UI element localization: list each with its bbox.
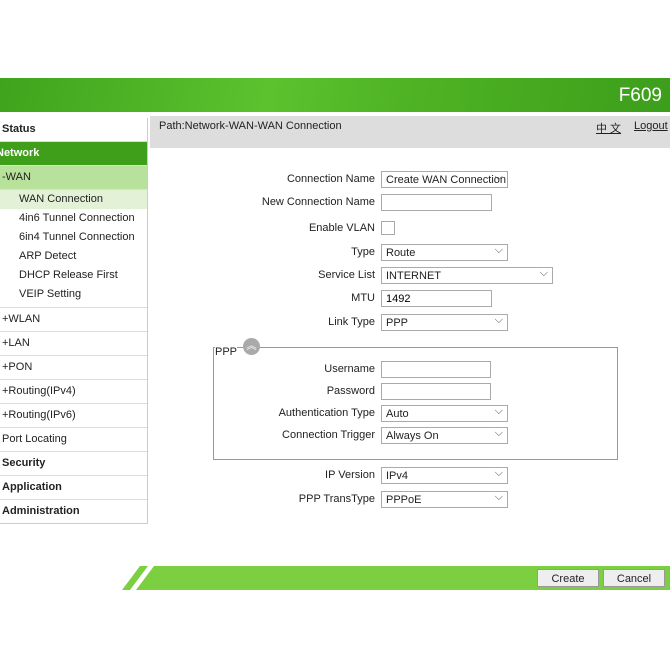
password-input[interactable] — [381, 383, 491, 400]
ip-version-select[interactable]: IPv4 — [381, 467, 508, 484]
auth-type-select[interactable]: Auto — [381, 405, 508, 422]
enable-vlan-label: Enable VLAN — [308, 222, 375, 234]
sidebar-item-4in6[interactable]: 4in6 Tunnel Connection — [0, 209, 147, 228]
sidebar-item-routing-ipv6[interactable]: +Routing(IPv6) — [0, 404, 147, 428]
sidebar-item-dhcp-release[interactable]: DHCP Release First — [0, 266, 147, 285]
password-label: Password — [326, 385, 375, 397]
sidebar-item-pon[interactable]: +PON — [0, 356, 147, 380]
new-connection-name-label: New Connection Name — [261, 196, 375, 208]
ppp-title: PPP — [215, 346, 238, 358]
connection-trigger-label: Connection Trigger — [282, 429, 375, 441]
sidebar: Status Network -WAN WAN Connection 4in6 … — [0, 118, 148, 524]
sidebar-item-6in4[interactable]: 6in4 Tunnel Connection — [0, 228, 147, 247]
create-button[interactable]: Create — [537, 569, 599, 587]
ip-version-label: IP Version — [325, 469, 375, 481]
username-label: Username — [324, 363, 375, 375]
sidebar-item-status[interactable]: Status — [0, 118, 147, 142]
cancel-button[interactable]: Cancel — [603, 569, 665, 587]
ppp-transtype-label: PPP TransType — [298, 493, 375, 505]
path-bar: Path:Network-WAN-WAN Connection 中 文 Logo… — [150, 116, 670, 148]
link-type-label: Link Type — [328, 316, 375, 328]
sidebar-item-lan[interactable]: +LAN — [0, 332, 147, 356]
sidebar-item-network[interactable]: Network — [0, 142, 147, 166]
auth-type-label: Authentication Type — [278, 407, 375, 419]
connection-trigger-select[interactable]: Always On — [381, 427, 508, 444]
sidebar-item-application[interactable]: Application — [0, 476, 147, 500]
username-input[interactable] — [381, 361, 491, 378]
logout-link[interactable]: Logout — [634, 120, 668, 132]
sidebar-item-arp-detect[interactable]: ARP Detect — [0, 247, 147, 266]
model-name: F609 — [618, 85, 662, 106]
sidebar-item-routing-ipv4[interactable]: +Routing(IPv4) — [0, 380, 147, 404]
sidebar-item-wan[interactable]: -WAN — [0, 166, 147, 190]
header-banner: F609 — [0, 78, 670, 112]
type-select[interactable]: Route — [381, 244, 508, 261]
service-list-select[interactable]: INTERNET — [381, 267, 553, 284]
type-label: Type — [351, 246, 375, 258]
enable-vlan-checkbox[interactable] — [381, 221, 395, 235]
new-connection-name-input[interactable] — [381, 194, 492, 211]
sidebar-item-veip[interactable]: VEIP Setting — [0, 285, 147, 308]
sidebar-item-wan-connection[interactable]: WAN Connection — [0, 190, 147, 209]
ppp-transtype-select[interactable]: PPPoE — [381, 491, 508, 508]
connection-name-select[interactable]: Create WAN Connection — [381, 171, 508, 188]
breadcrumb: Path:Network-WAN-WAN Connection — [159, 120, 342, 132]
sidebar-item-port-locating[interactable]: Port Locating — [0, 428, 147, 452]
sidebar-item-wlan[interactable]: +WLAN — [0, 308, 147, 332]
sidebar-item-security[interactable]: Security — [0, 452, 147, 476]
link-type-select[interactable]: PPP — [381, 314, 508, 331]
collapse-icon[interactable]: ︽ — [243, 338, 260, 355]
mtu-label: MTU — [351, 292, 375, 304]
connection-name-label: Connection Name — [286, 173, 375, 185]
language-link[interactable]: 中 文 — [596, 120, 621, 136]
service-list-label: Service List — [318, 269, 375, 281]
mtu-input[interactable] — [381, 290, 492, 307]
sidebar-item-administration[interactable]: Administration — [0, 500, 147, 523]
